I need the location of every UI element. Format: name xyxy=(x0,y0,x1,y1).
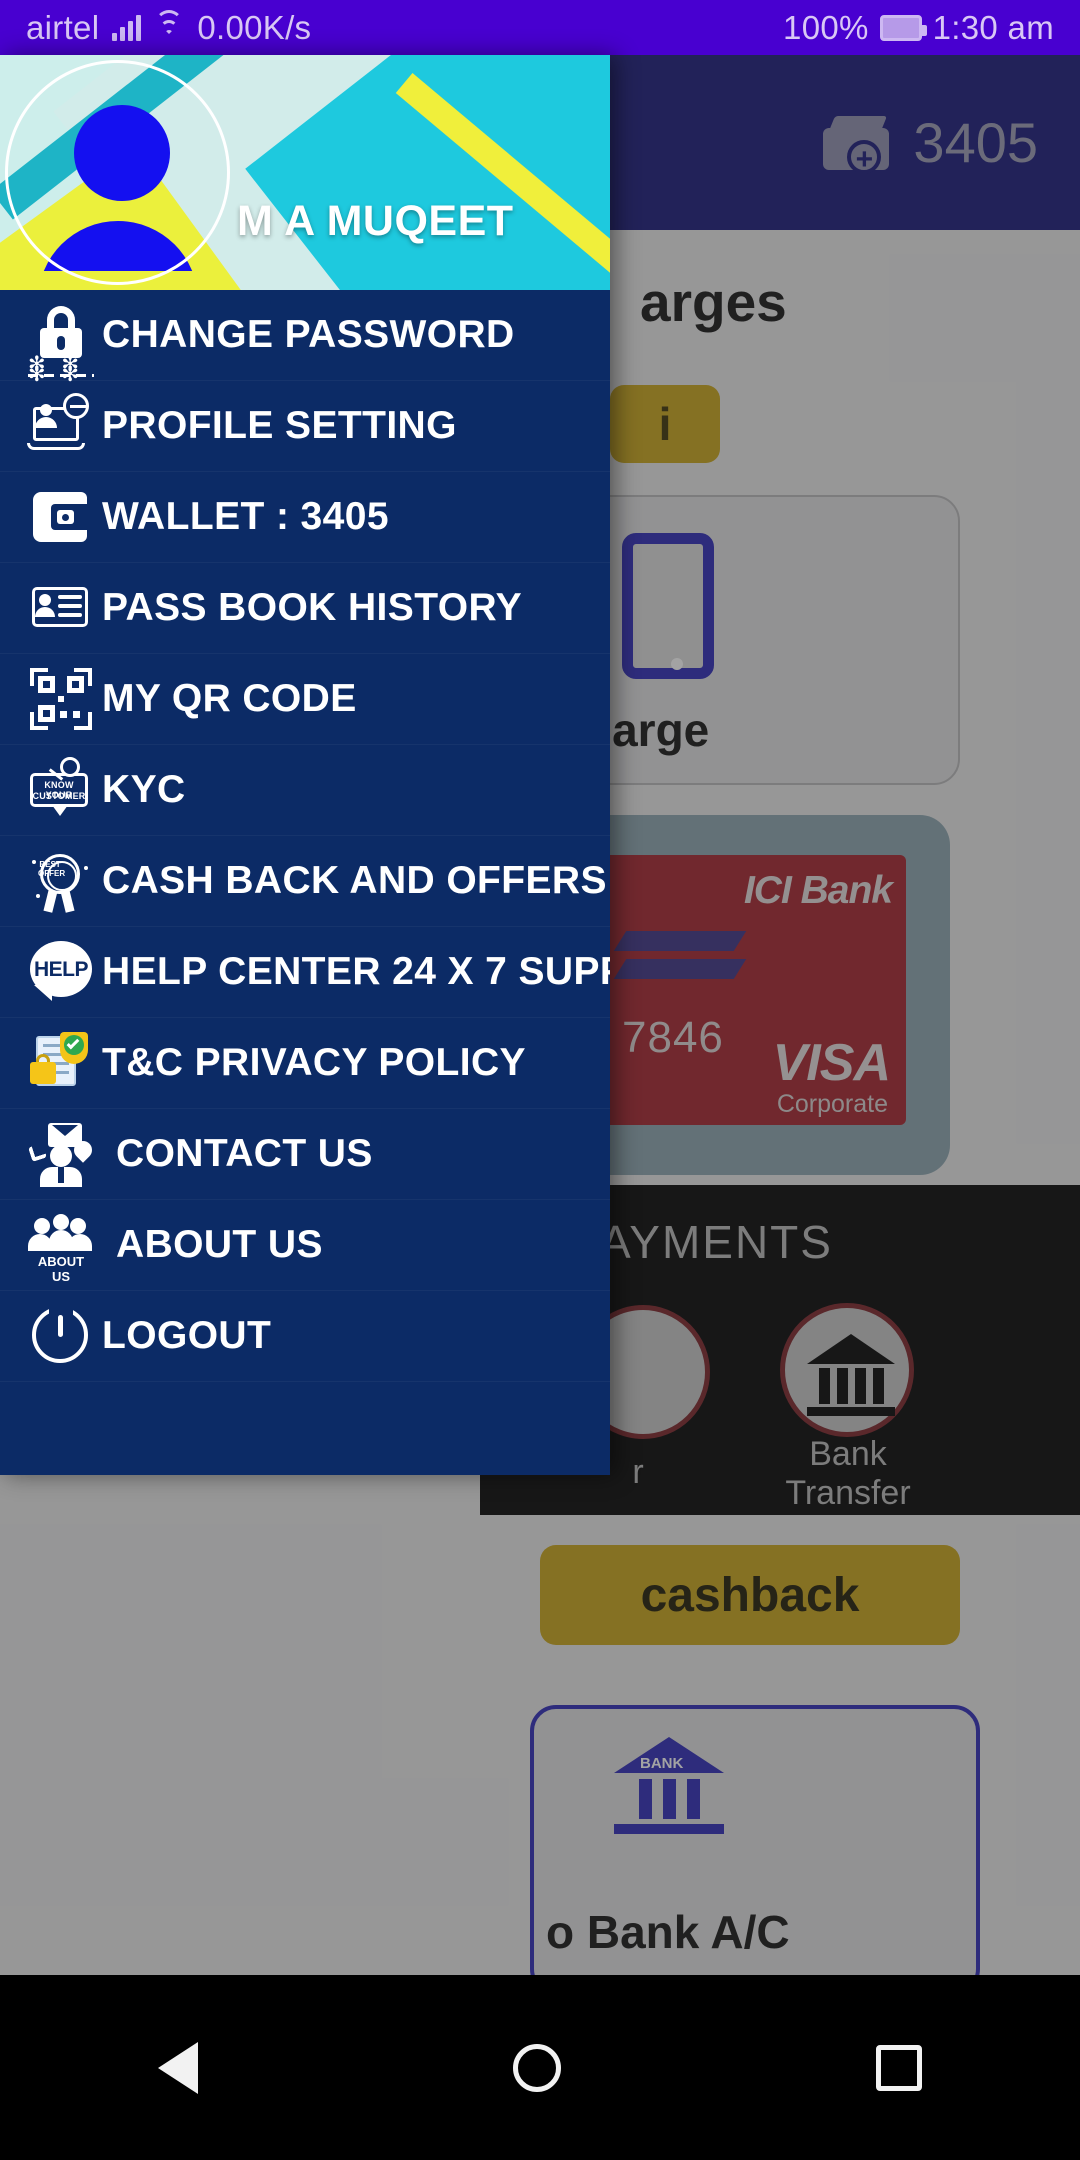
menu-item-logout[interactable]: LOGOUT xyxy=(0,1291,610,1382)
profile-settings-icon xyxy=(20,385,102,467)
menu-item-cash-back-and-offers[interactable]: BEST OFFER CASH BACK AND OFFERS xyxy=(0,836,610,927)
menu-label: PROFILE SETTING xyxy=(102,404,457,447)
menu-label: HELP CENTER 24 X 7 SUPPORT xyxy=(102,950,610,993)
battery-icon xyxy=(879,14,927,41)
menu-label: ABOUT US xyxy=(116,1223,323,1266)
menu-label: PASS BOOK HISTORY xyxy=(102,586,522,629)
id-card-icon xyxy=(20,567,102,649)
wifi-icon xyxy=(154,10,184,41)
menu-label: CHANGE PASSWORD xyxy=(102,313,515,356)
qr-code-icon xyxy=(20,658,102,740)
avatar-ring xyxy=(5,60,230,285)
menu-item-profile-setting[interactable]: PROFILE SETTING xyxy=(0,381,610,472)
lock-password-icon: ✻ ✻ ✻ ✻ xyxy=(20,294,102,385)
best-offer-badge-icon: BEST OFFER xyxy=(20,840,102,922)
kyc-icon-text-2: CUSTOMER xyxy=(32,791,86,801)
help-bubble-icon: HELP xyxy=(20,931,102,1013)
back-triangle-icon[interactable] xyxy=(157,2041,198,2094)
menu-item-kyc[interactable]: KNOW YOUR CUSTOMER KYC xyxy=(0,745,610,836)
menu-label: MY QR CODE xyxy=(102,677,357,720)
home-circle-icon[interactable] xyxy=(512,2043,561,2092)
network-speed-label: 0.00K/s xyxy=(197,8,312,46)
menu-item-about-us[interactable]: ABOUT US ABOUT US xyxy=(0,1200,610,1291)
menu-item-pass-book-history[interactable]: PASS BOOK HISTORY xyxy=(0,563,610,654)
menu-item-my-qr-code[interactable]: MY QR CODE xyxy=(0,654,610,745)
system-navigation-bar xyxy=(0,1975,1080,2160)
power-icon xyxy=(20,1295,102,1377)
menu-item-change-password[interactable]: ✻ ✻ ✻ ✻ CHANGE PASSWORD xyxy=(0,290,610,385)
drawer-header: M A MUQEET xyxy=(0,55,610,290)
signal-bars-icon xyxy=(112,14,142,41)
navigation-drawer: M A MUQEET ✻ ✻ ✻ ✻ CHANGE PASSWORD PROFI… xyxy=(0,55,610,1475)
status-bar: airtel 0.00K/s 100% 1:30 am xyxy=(0,0,1080,55)
about-us-people-icon: ABOUT US xyxy=(20,1204,102,1286)
recents-square-icon[interactable] xyxy=(876,2044,923,2091)
privacy-document-icon xyxy=(20,1022,102,1104)
drawer-menu-list: ✻ ✻ ✻ ✻ CHANGE PASSWORD PROFILE SETTING … xyxy=(0,290,610,1382)
menu-item-tc-privacy-policy[interactable]: T&C PRIVACY POLICY xyxy=(0,1018,610,1109)
menu-item-contact-us[interactable]: CONTACT US xyxy=(0,1109,610,1200)
clock-label: 1:30 am xyxy=(932,8,1054,46)
contact-us-icon xyxy=(20,1113,102,1195)
help-icon-text: HELP xyxy=(33,958,89,981)
about-us-icon-text: ABOUT US xyxy=(37,1254,85,1284)
know-your-customer-icon: KNOW YOUR CUSTOMER xyxy=(20,749,102,831)
menu-label: CONTACT US xyxy=(116,1132,373,1175)
menu-label: CASH BACK AND OFFERS xyxy=(102,859,607,902)
menu-label: T&C PRIVACY POLICY xyxy=(102,1041,526,1084)
menu-label: LOGOUT xyxy=(102,1314,272,1357)
offer-badge-text: BEST OFFER xyxy=(38,860,66,878)
menu-label: WALLET : 3405 xyxy=(102,495,389,538)
wallet-icon xyxy=(20,476,102,558)
menu-item-wallet[interactable]: WALLET : 3405 xyxy=(0,472,610,563)
menu-item-help-center[interactable]: HELP HELP CENTER 24 X 7 SUPPORT xyxy=(0,927,610,1018)
profile-name-label: M A MUQEET xyxy=(237,197,514,245)
carrier-label: airtel xyxy=(26,8,100,46)
menu-label: KYC xyxy=(102,768,186,811)
battery-percent-label: 100% xyxy=(783,8,869,46)
